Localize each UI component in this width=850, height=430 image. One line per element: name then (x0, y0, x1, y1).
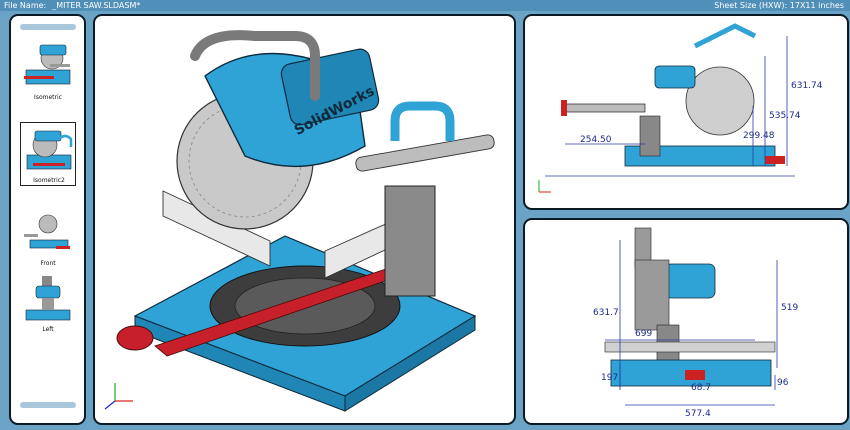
file-name: File Name: _MITER SAW.SLDASM* (4, 0, 140, 11)
scrollbar-bottom[interactable] (20, 402, 76, 408)
thumbnail-label: Left (42, 326, 54, 333)
dim-699: 699 (635, 329, 652, 339)
thumbnail-isometric2[interactable]: Isometric2 (20, 122, 76, 186)
front-view-drawing: 631.74 535.74 299.48 254.50 (538, 23, 823, 193)
sheet-size: Sheet Size (HXW): 17X11 inches (714, 1, 844, 10)
isometric2-thumb-image (26, 130, 73, 170)
title-bar: File Name: _MITER SAW.SLDASM* Sheet Size … (0, 0, 850, 11)
drawing-view-front[interactable]: 631.74 535.74 299.48 254.50 (523, 14, 849, 210)
main-isometric-view[interactable]: SolidWorks (93, 14, 516, 425)
miter-saw-isometric-image: SolidWorks (104, 30, 495, 412)
drawing-view-left[interactable]: 631.7 519 699 197 96 68.7 577.4 (523, 218, 849, 425)
thumbnail-label: Front (40, 260, 56, 267)
scrollbar-top[interactable] (20, 24, 76, 30)
dim-535-74: 535.74 (769, 111, 801, 121)
thumbnail-label: Isometric2 (33, 177, 65, 184)
left-thumb-image (25, 276, 71, 321)
left-view-drawing: 631.7 519 699 197 96 68.7 577.4 (593, 227, 798, 419)
front-thumb-image (24, 214, 70, 249)
thumbnail-isometric[interactable]: Isometric (20, 38, 76, 102)
thumbnail-label: Isometric (34, 94, 62, 101)
thumbnail-front[interactable]: Front (20, 204, 76, 268)
dim-197: 197 (601, 373, 618, 383)
file-name-value: _MITER SAW.SLDASM* (52, 1, 141, 10)
thumbnail-left[interactable]: Left (20, 270, 76, 334)
dim-254-50: 254.50 (580, 135, 612, 145)
dim-519: 519 (781, 303, 798, 313)
view-thumbnail-panel: Isometric Isometric2 Front Left (9, 14, 86, 425)
dim-577-4: 577.4 (685, 409, 711, 419)
dim-68-7: 68.7 (691, 383, 711, 393)
dim-631-7: 631.7 (593, 308, 619, 318)
isometric-thumb-image (24, 44, 71, 85)
file-name-label: File Name: (4, 1, 47, 10)
dim-631-74: 631.74 (791, 81, 823, 91)
dim-299-48: 299.48 (743, 131, 775, 141)
dim-96: 96 (777, 378, 789, 388)
